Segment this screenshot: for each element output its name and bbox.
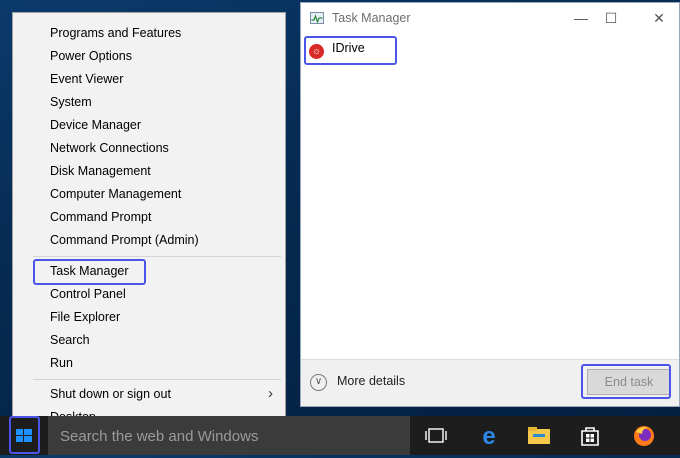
search-box[interactable]: Search the web and Windows	[48, 416, 410, 455]
task-manager-icon	[310, 12, 324, 24]
title-bar[interactable]: Task Manager — ☐ ✕	[301, 3, 679, 33]
menu-item-run[interactable]: Run	[50, 352, 73, 374]
store-button[interactable]	[566, 416, 614, 455]
menu-item-power-options[interactable]: Power Options	[50, 45, 132, 67]
menu-item-network-connections[interactable]: Network Connections	[50, 137, 169, 159]
store-icon	[581, 427, 599, 446]
close-button[interactable]: ✕	[645, 7, 673, 29]
end-task-highlight	[581, 364, 671, 399]
chevron-down-icon: ∨	[310, 374, 327, 391]
menu-item-control-panel[interactable]: Control Panel	[50, 283, 126, 305]
edge-icon: e	[482, 423, 495, 450]
start-highlight	[9, 416, 40, 454]
more-details-label: More details	[337, 374, 406, 388]
svg-text:e: e	[482, 423, 495, 450]
file-explorer-icon	[528, 427, 550, 444]
maximize-button[interactable]: ☐	[597, 7, 625, 29]
idrive-highlight	[304, 36, 397, 65]
window-title: Task Manager	[332, 11, 411, 25]
search-placeholder: Search the web and Windows	[60, 428, 259, 445]
task-manager-footer: ∨ More details End task	[301, 359, 679, 406]
menu-item-file-explorer[interactable]: File Explorer	[50, 306, 120, 328]
winx-context-menu: Programs and Features Power Options Even…	[12, 12, 286, 434]
menu-separator	[33, 379, 281, 380]
minimize-button[interactable]: —	[567, 7, 595, 29]
menu-item-device-manager[interactable]: Device Manager	[50, 114, 141, 136]
taskbar: Search the web and Windows e	[0, 416, 680, 455]
menu-item-shut-down-or-sign-out[interactable]: Shut down or sign out	[50, 383, 171, 405]
menu-item-system[interactable]: System	[50, 91, 92, 113]
menu-item-event-viewer[interactable]: Event Viewer	[50, 68, 123, 90]
menu-item-command-prompt-admin[interactable]: Command Prompt (Admin)	[50, 229, 199, 251]
task-manager-highlight	[33, 259, 146, 285]
edge-button[interactable]: e	[465, 416, 513, 455]
menu-item-computer-management[interactable]: Computer Management	[50, 183, 181, 205]
firefox-button[interactable]	[620, 416, 668, 455]
menu-item-command-prompt[interactable]: Command Prompt	[50, 206, 151, 228]
menu-item-disk-management[interactable]: Disk Management	[50, 160, 151, 182]
task-manager-window: Task Manager — ☐ ✕ ☼ IDrive ∨ More detai…	[300, 2, 680, 407]
menu-separator	[33, 256, 281, 257]
file-explorer-button[interactable]	[515, 416, 563, 455]
menu-item-search[interactable]: Search	[50, 329, 90, 351]
chevron-right-icon: ›	[268, 385, 273, 402]
task-view-icon	[425, 428, 447, 443]
firefox-icon	[634, 426, 654, 446]
menu-item-programs-and-features[interactable]: Programs and Features	[50, 22, 181, 44]
task-view-button[interactable]	[412, 416, 460, 455]
